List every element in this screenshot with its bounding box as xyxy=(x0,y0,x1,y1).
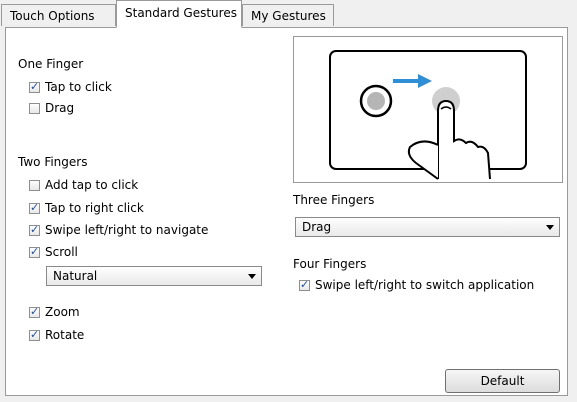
scroll-checkbox[interactable]: Scroll xyxy=(29,243,78,261)
swipe-navigate-checkbox[interactable]: Swipe left/right to navigate xyxy=(29,221,208,239)
standard-gestures-panel: One Finger Tap to click Drag Two Fingers… xyxy=(5,27,568,396)
three-fingers-dropdown[interactable]: Drag xyxy=(295,217,560,237)
add-tap-to-click-checkbox[interactable]: Add tap to click xyxy=(29,176,138,194)
rotate-label: Rotate xyxy=(45,328,85,342)
swipe-navigate-label: Swipe left/right to navigate xyxy=(45,223,209,237)
tab-my-gestures[interactable]: My Gestures xyxy=(242,4,334,26)
tap-to-right-click-checkbox[interactable]: Tap to right click xyxy=(29,199,144,217)
swipe-switch-app-checkbox[interactable]: Swipe left/right to switch application xyxy=(299,276,534,294)
checkbox-checked-icon xyxy=(29,223,40,236)
swipe-switch-app-label: Swipe left/right to switch application xyxy=(315,278,535,292)
add-tap-to-click-label: Add tap to click xyxy=(45,178,139,192)
checkbox-checked-icon xyxy=(29,328,40,341)
checkbox-checked-icon xyxy=(29,201,40,214)
checkbox-checked-icon xyxy=(29,80,40,93)
gesture-illustration xyxy=(293,36,563,183)
scroll-label: Scroll xyxy=(45,245,78,259)
tab-standard-gestures[interactable]: Standard Gestures xyxy=(116,0,242,28)
tap-to-click-checkbox[interactable]: Tap to click xyxy=(29,78,112,96)
three-fingers-heading: Three Fingers xyxy=(293,193,375,207)
one-finger-heading: One Finger xyxy=(18,57,84,71)
checkbox-unchecked-icon xyxy=(29,102,40,114)
tap-to-click-label: Tap to click xyxy=(45,80,112,94)
chevron-down-icon xyxy=(546,225,554,230)
drag-label: Drag xyxy=(45,101,75,115)
tab-strip: Touch Options Standard Gestures My Gestu… xyxy=(0,0,577,28)
checkbox-checked-icon xyxy=(29,305,40,318)
four-fingers-heading: Four Fingers xyxy=(293,257,367,271)
checkbox-checked-icon xyxy=(299,278,310,291)
two-fingers-heading: Two Fingers xyxy=(18,155,88,169)
tap-to-right-click-label: Tap to right click xyxy=(45,201,144,215)
chevron-down-icon xyxy=(248,274,256,279)
checkbox-checked-icon xyxy=(29,245,40,258)
scroll-mode-dropdown[interactable]: Natural xyxy=(46,266,262,286)
zoom-label: Zoom xyxy=(45,305,80,319)
drag-checkbox[interactable]: Drag xyxy=(29,99,74,117)
zoom-checkbox[interactable]: Zoom xyxy=(29,303,80,321)
rotate-checkbox[interactable]: Rotate xyxy=(29,326,84,344)
tab-touch-options[interactable]: Touch Options xyxy=(1,4,116,26)
tap-gesture-illustration-icon xyxy=(329,50,527,180)
three-fingers-value: Drag xyxy=(302,220,332,234)
checkbox-unchecked-icon xyxy=(29,179,40,191)
scroll-mode-value: Natural xyxy=(53,269,98,283)
default-button[interactable]: Default xyxy=(445,369,560,393)
